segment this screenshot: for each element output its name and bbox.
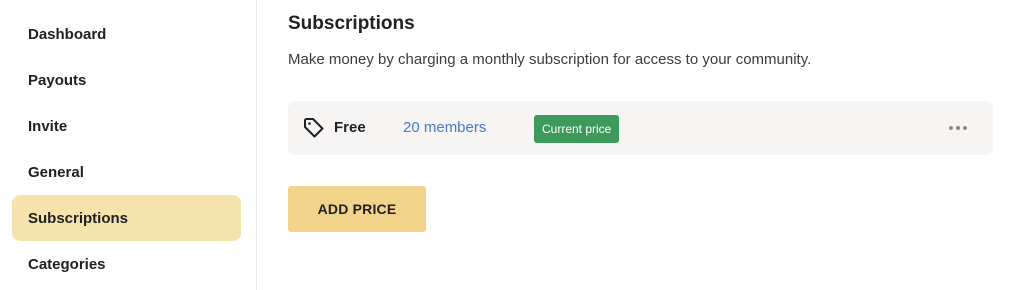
price-name: Free (334, 119, 366, 136)
members-link[interactable]: 20 members (403, 119, 486, 136)
sidebar-item-invite[interactable]: Invite (12, 103, 241, 149)
sidebar-item-payouts[interactable]: Payouts (12, 57, 241, 103)
current-price-badge: Current price (534, 115, 620, 143)
tag-icon (302, 116, 326, 140)
page-description: Make money by charging a monthly subscri… (288, 51, 812, 68)
more-options-button[interactable] (942, 117, 974, 139)
sidebar-item-dashboard[interactable]: Dashboard (12, 11, 241, 57)
sidebar-item-categories[interactable]: Categories (12, 241, 241, 287)
subscriptions-panel: Subscriptions Make money by charging a m… (288, 0, 1024, 290)
page-title: Subscriptions (288, 13, 415, 34)
settings-sidebar: Dashboard Payouts Invite General Subscri… (0, 0, 257, 290)
price-row: Free 20 members Current price (288, 101, 993, 155)
add-price-button[interactable]: ADD PRICE (288, 186, 426, 232)
sidebar-item-general[interactable]: General (12, 149, 241, 195)
more-horizontal-icon (948, 126, 969, 130)
sidebar-item-subscriptions[interactable]: Subscriptions (12, 195, 241, 241)
